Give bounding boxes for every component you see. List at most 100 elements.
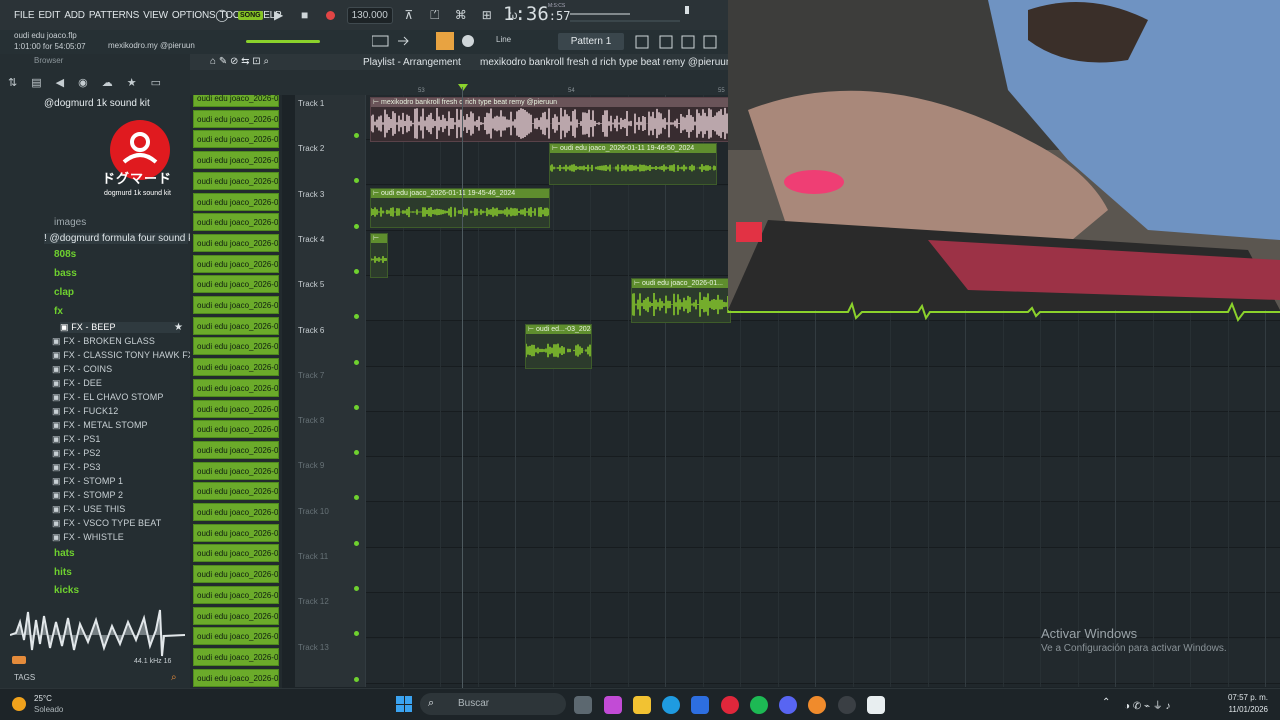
- channel-button[interactable]: oudi edu joaco_2026-01...: [193, 151, 279, 170]
- stop-button[interactable]: ■: [295, 5, 315, 25]
- file-icon[interactable]: ▤: [31, 76, 41, 89]
- menu-options[interactable]: OPTIONS: [172, 10, 216, 21]
- weather-icon[interactable]: [12, 697, 26, 711]
- channel-button[interactable]: oudi edu joaco_2026-01...: [193, 523, 279, 542]
- track-mute-led[interactable]: [354, 314, 359, 320]
- folder-808s[interactable]: 808s: [54, 249, 76, 260]
- snap-select[interactable]: Line: [496, 35, 511, 44]
- track-label[interactable]: Track 9: [298, 461, 324, 470]
- channel-button[interactable]: oudi edu joaco_2026-01...: [193, 109, 279, 128]
- tray-chevron-icon[interactable]: ⌃: [1102, 697, 1110, 708]
- track-lane[interactable]: [365, 503, 1280, 548]
- folder-bass[interactable]: bass: [54, 268, 77, 279]
- fx-file-item[interactable]: ▣ FX - COINS: [52, 364, 112, 375]
- favorite-star-icon[interactable]: ★: [174, 322, 183, 333]
- opera-icon[interactable]: [721, 696, 739, 714]
- channel-button[interactable]: oudi edu joaco_2026-01...: [193, 647, 279, 666]
- channel-button[interactable]: oudi edu joaco_2026-01...: [193, 440, 279, 459]
- loop-record-icon[interactable]: ⊞: [477, 5, 497, 25]
- track-mute-led[interactable]: [354, 359, 359, 365]
- track-label[interactable]: Track 7: [298, 371, 324, 380]
- channel-button[interactable]: oudi edu joaco_2026-01...: [193, 192, 279, 211]
- spotify-icon[interactable]: [750, 696, 768, 714]
- folder-clap[interactable]: clap: [54, 287, 74, 298]
- channel-button[interactable]: oudi edu joaco_2026-01...: [193, 503, 279, 521]
- track-label[interactable]: Track 13: [298, 643, 329, 652]
- track-lane[interactable]: [365, 548, 1280, 593]
- search-icon[interactable]: ⌕: [171, 672, 177, 683]
- track-label[interactable]: Track 4: [298, 235, 324, 244]
- star-icon[interactable]: ★: [127, 76, 137, 89]
- track-mute-led[interactable]: [354, 495, 359, 501]
- folder-fx[interactable]: fx: [54, 306, 63, 317]
- track-mute-led[interactable]: [354, 268, 359, 274]
- discord-icon[interactable]: [779, 696, 797, 714]
- track-label[interactable]: Track 12: [298, 597, 329, 606]
- channel-button[interactable]: oudi edu joaco_2026-01...: [193, 316, 279, 335]
- channel-button[interactable]: oudi edu joaco_2026-01...: [193, 213, 279, 232]
- track-label[interactable]: Track 2: [298, 144, 324, 153]
- app2-icon[interactable]: [867, 696, 885, 714]
- channel-button[interactable]: oudi edu joaco_2026-01...: [193, 606, 279, 625]
- metronome-icon[interactable]: ⊼: [399, 5, 419, 25]
- fx-file-item[interactable]: ▣ FX - FUCK12: [52, 406, 118, 417]
- fl-studio-icon[interactable]: [808, 696, 826, 714]
- app-icon[interactable]: [838, 696, 856, 714]
- pattern-selector[interactable]: Pattern 1: [558, 33, 624, 50]
- track-lane[interactable]: [365, 593, 1280, 639]
- taskbar-search[interactable]: Buscar: [420, 693, 566, 715]
- audio-clip[interactable]: ⊢ oudi edu joaco_2026-01...: [631, 278, 731, 323]
- audio-clip[interactable]: ⊢ mexikodro bankroll fresh d rich type b…: [370, 97, 730, 142]
- cloud-icon[interactable]: ☁: [102, 76, 113, 89]
- fx-file-item[interactable]: ▣ FX - USE THIS: [52, 504, 125, 515]
- folder-hits[interactable]: hits: [54, 567, 72, 578]
- track-mute-led[interactable]: [354, 586, 359, 591]
- back-icon[interactable]: ◀: [56, 76, 64, 89]
- fx-file-item[interactable]: ▣ FX - PS3: [52, 462, 101, 473]
- track-label[interactable]: Track 6: [298, 326, 324, 335]
- track-label[interactable]: Track 1: [298, 99, 324, 108]
- channel-button[interactable]: oudi edu joaco_2026-01...: [193, 254, 279, 273]
- track-mute-led[interactable]: [354, 404, 359, 410]
- track-lane[interactable]: [365, 412, 1280, 458]
- task-view-icon[interactable]: [574, 696, 592, 714]
- browser-top-folder[interactable]: @dogmurd 1k sound kit: [44, 98, 150, 109]
- song-mode-toggle[interactable]: SONG: [238, 10, 263, 20]
- fx-file-item[interactable]: ▣ FX - PS2: [52, 448, 101, 459]
- start-button[interactable]: [396, 696, 412, 712]
- fx-file-item[interactable]: ▣ FX - METAL STOMP: [52, 420, 148, 431]
- audio-clip[interactable]: ⊢ oudi edu joaco_2026-01-11 19-46-50_202…: [549, 143, 717, 185]
- channel-button[interactable]: oudi edu joaco_2026-01...: [193, 275, 279, 294]
- fx-file-item[interactable]: ▣ FX - STOMP 1: [52, 476, 123, 487]
- tempo-display[interactable]: 130.000: [346, 6, 393, 24]
- channel-button[interactable]: oudi edu joaco_2026-01...: [193, 378, 279, 397]
- weather-temp[interactable]: 25°C: [34, 694, 52, 703]
- track-mute-led[interactable]: [354, 450, 359, 456]
- channel-button[interactable]: oudi edu joaco_2026-01...: [193, 399, 279, 418]
- track-lane[interactable]: [365, 322, 1280, 367]
- track-label[interactable]: Track 5: [298, 280, 324, 289]
- track-mute-led[interactable]: [354, 631, 359, 637]
- track-mute-led[interactable]: [354, 223, 359, 229]
- audio-clip[interactable]: ⊢: [370, 233, 388, 278]
- menu-edit[interactable]: EDIT: [38, 10, 60, 21]
- channel-button[interactable]: oudi edu joaco_2026-01...: [193, 171, 279, 190]
- fx-file-item[interactable]: ▣ FX - CLASSIC TONY HAWK FX: [52, 350, 194, 361]
- fx-file-item[interactable]: ▣ FX - PS1: [52, 434, 101, 445]
- audio-clip[interactable]: ⊢ oudi ed...-03_2024: [525, 324, 592, 369]
- folder-kicks[interactable]: kicks: [54, 585, 79, 596]
- arrows-icon[interactable]: ⇅: [8, 76, 17, 89]
- channel-button[interactable]: oudi edu joaco_2026-01...: [193, 130, 279, 149]
- play-button[interactable]: ▶: [269, 5, 289, 25]
- audio-clip[interactable]: ⊢ oudi edu joaco_2026-01-11 19-45-46_202…: [370, 188, 550, 228]
- folder-hats[interactable]: hats: [54, 548, 75, 559]
- channel-button[interactable]: oudi edu joaco_2026-01...: [193, 337, 279, 356]
- kit-folder[interactable]: ! @dogmurd formula four sound kit: [44, 233, 198, 244]
- fx-file-item[interactable]: ▣ FX - DEE: [52, 378, 102, 389]
- fx-file-item[interactable]: ▣ FX - BEEP: [60, 322, 180, 333]
- menu-patterns[interactable]: PATTERNS: [89, 10, 139, 21]
- track-mute-led[interactable]: [354, 676, 359, 682]
- explorer-icon[interactable]: [633, 696, 651, 714]
- clock-time[interactable]: 07:57 p. m.: [1226, 693, 1268, 702]
- channel-button[interactable]: oudi edu joaco_2026-01...: [193, 420, 279, 439]
